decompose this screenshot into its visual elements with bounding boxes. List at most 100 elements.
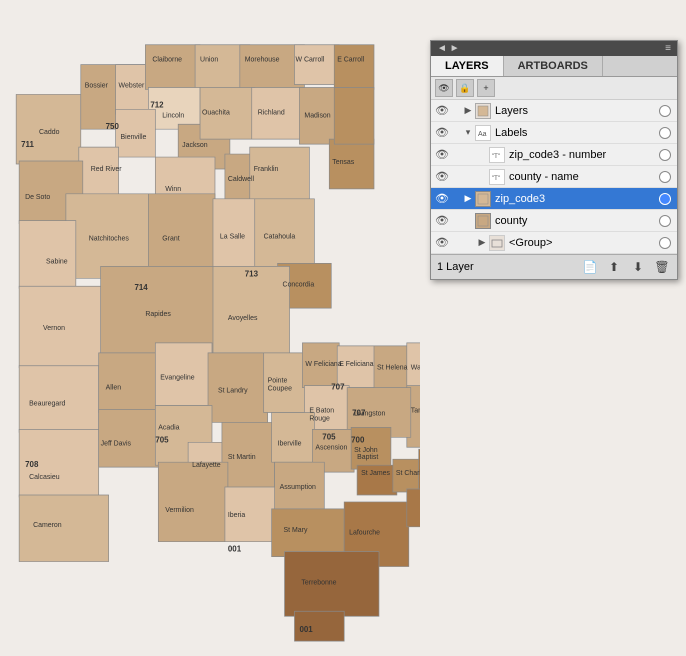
svg-text:"T": "T" xyxy=(492,154,500,160)
tab-artboards[interactable]: ARTBOARDS xyxy=(504,56,603,76)
layer-name-labels: Labels xyxy=(495,127,655,139)
svg-text:Cameron: Cameron xyxy=(33,522,62,529)
panel-collapse-icons[interactable]: ◄ ► xyxy=(437,43,460,54)
louisiana-map: Caddo 711 Bossier Webster Claiborne Unio… xyxy=(0,0,420,656)
svg-text:Winn: Winn xyxy=(165,186,181,193)
delete-layer-icon[interactable]: 🗑 xyxy=(653,258,671,276)
svg-text:708: 708 xyxy=(25,460,39,469)
svg-text:Catahoula: Catahoula xyxy=(264,234,296,241)
expand-icon[interactable]: + xyxy=(477,79,495,97)
layers-panel: ◄ ► ≡ LAYERS ARTBOARDS 👁 🔒 + 👁 ▶ Layers … xyxy=(430,40,678,280)
svg-text:707: 707 xyxy=(331,383,345,392)
svg-text:Red River: Red River xyxy=(91,166,123,173)
svg-text:Pointe: Pointe xyxy=(268,378,288,385)
svg-text:Baptist: Baptist xyxy=(357,454,378,461)
svg-text:E Feliciana: E Feliciana xyxy=(339,361,373,368)
thumb-zip-code3 xyxy=(475,191,491,207)
svg-text:Tensas: Tensas xyxy=(332,159,355,166)
layer-circle-zip-code3 xyxy=(659,193,671,205)
eye-icon-layers[interactable]: 👁 xyxy=(431,100,453,122)
layer-count-label: 1 Layer xyxy=(437,261,474,273)
svg-text:Bienville: Bienville xyxy=(121,134,147,141)
move-up-icon[interactable]: ⬆ xyxy=(605,258,623,276)
svg-text:Caldwell: Caldwell xyxy=(228,176,255,183)
svg-text:Acadia: Acadia xyxy=(158,424,179,431)
layer-row-county-name[interactable]: 👁 ▶ "T" county - name xyxy=(431,166,677,188)
eye-icon-county-name[interactable]: 👁 xyxy=(431,166,453,188)
expand-labels[interactable]: ▾ xyxy=(461,122,475,144)
layer-circle-group xyxy=(659,237,671,249)
layer-circle-county xyxy=(659,215,671,227)
move-down-icon[interactable]: ⬇ xyxy=(629,258,647,276)
svg-text:St John: St John xyxy=(354,447,378,454)
layer-row-layers[interactable]: 👁 ▶ Layers xyxy=(431,100,677,122)
svg-text:Rapides: Rapides xyxy=(145,311,171,318)
svg-text:Morehouse: Morehouse xyxy=(245,57,280,64)
layer-row-labels[interactable]: 👁 ▾ Aa Labels xyxy=(431,122,677,144)
svg-text:St Mary: St Mary xyxy=(284,527,308,534)
expand-group[interactable]: ▶ xyxy=(475,232,489,254)
thumb-group xyxy=(489,235,505,251)
eye-icon-county[interactable]: 👁 xyxy=(431,210,453,232)
svg-text:Aa: Aa xyxy=(478,131,487,138)
layer-row-zip-number[interactable]: 👁 ▶ "T" zip_code3 - number xyxy=(431,144,677,166)
svg-text:Jackson: Jackson xyxy=(182,142,208,149)
svg-text:714: 714 xyxy=(134,283,148,292)
svg-text:De Soto: De Soto xyxy=(25,194,50,201)
svg-text:Union: Union xyxy=(200,57,218,64)
new-layer-icon[interactable]: 📄 xyxy=(581,258,599,276)
eye-icon-labels[interactable]: 👁 xyxy=(431,122,453,144)
svg-text:Lafourche: Lafourche xyxy=(349,530,380,537)
svg-text:Allen: Allen xyxy=(106,385,122,392)
eye-icon-zip-number[interactable]: 👁 xyxy=(431,144,453,166)
layer-name-county-name: county - name xyxy=(509,171,655,183)
layer-name-group: <Group> xyxy=(509,237,655,249)
layer-circle-county-name xyxy=(659,171,671,183)
svg-text:St James: St James xyxy=(361,470,390,477)
svg-text:705: 705 xyxy=(155,435,169,444)
svg-text:St Helena: St Helena xyxy=(377,365,408,372)
panel-toolbar: 👁 🔒 + xyxy=(431,77,677,100)
thumb-zip-number: "T" xyxy=(489,147,505,163)
layers-list: 👁 ▶ Layers 👁 ▾ Aa Labels 👁 ▶ xyxy=(431,100,677,254)
svg-text:Evangeline: Evangeline xyxy=(160,375,194,382)
svg-text:712: 712 xyxy=(150,100,164,109)
svg-text:001: 001 xyxy=(228,545,242,554)
panel-footer: 1 Layer 📄 ⬆ ⬇ 🗑 xyxy=(431,254,677,279)
svg-text:Terrebonne: Terrebonne xyxy=(301,579,336,586)
panel-menu-icon[interactable]: ≡ xyxy=(665,43,671,54)
svg-text:Iberville: Iberville xyxy=(278,440,302,447)
svg-text:707: 707 xyxy=(352,408,366,417)
thumb-county xyxy=(475,213,491,229)
svg-text:Bossier: Bossier xyxy=(85,82,109,89)
svg-text:001: 001 xyxy=(299,625,313,634)
svg-text:W Carroll: W Carroll xyxy=(295,57,324,64)
svg-text:W Feliciana: W Feliciana xyxy=(305,361,341,368)
svg-text:Tangipahoa: Tangipahoa xyxy=(411,407,420,414)
thumb-layers xyxy=(475,103,491,119)
eye-icon-group[interactable]: 👁 xyxy=(431,232,453,254)
svg-text:Jeff Davis: Jeff Davis xyxy=(101,440,132,447)
lock-icon[interactable]: 🔒 xyxy=(456,79,474,97)
svg-text:711: 711 xyxy=(21,140,34,149)
panel-tabs: LAYERS ARTBOARDS xyxy=(431,56,677,77)
svg-text:E Carroll: E Carroll xyxy=(337,57,364,64)
expand-layers[interactable]: ▶ xyxy=(461,100,475,122)
svg-text:Lincoln: Lincoln xyxy=(162,112,184,119)
layer-circle-labels xyxy=(659,127,671,139)
eye-icon-zip-code3[interactable]: 👁 xyxy=(431,188,453,210)
svg-text:St Landry: St Landry xyxy=(218,388,248,395)
svg-text:Concordia: Concordia xyxy=(283,281,315,288)
layer-row-county[interactable]: 👁 ▶ county xyxy=(431,210,677,232)
layer-name-zip-number: zip_code3 - number xyxy=(509,149,655,161)
svg-text:La Salle: La Salle xyxy=(220,234,245,241)
visibility-toggle-icon[interactable]: 👁 xyxy=(435,79,453,97)
expand-zip-code3[interactable]: ▶ xyxy=(461,188,475,210)
tab-layers[interactable]: LAYERS xyxy=(431,56,504,76)
svg-text:Richland: Richland xyxy=(258,109,285,116)
svg-text:700: 700 xyxy=(351,435,365,444)
svg-text:705: 705 xyxy=(322,432,336,441)
layer-row-zip-code3[interactable]: 👁 ▶ zip_code3 xyxy=(431,188,677,210)
layer-row-group[interactable]: 👁 ▶ <Group> xyxy=(431,232,677,254)
svg-text:St Charles: St Charles xyxy=(396,470,420,477)
